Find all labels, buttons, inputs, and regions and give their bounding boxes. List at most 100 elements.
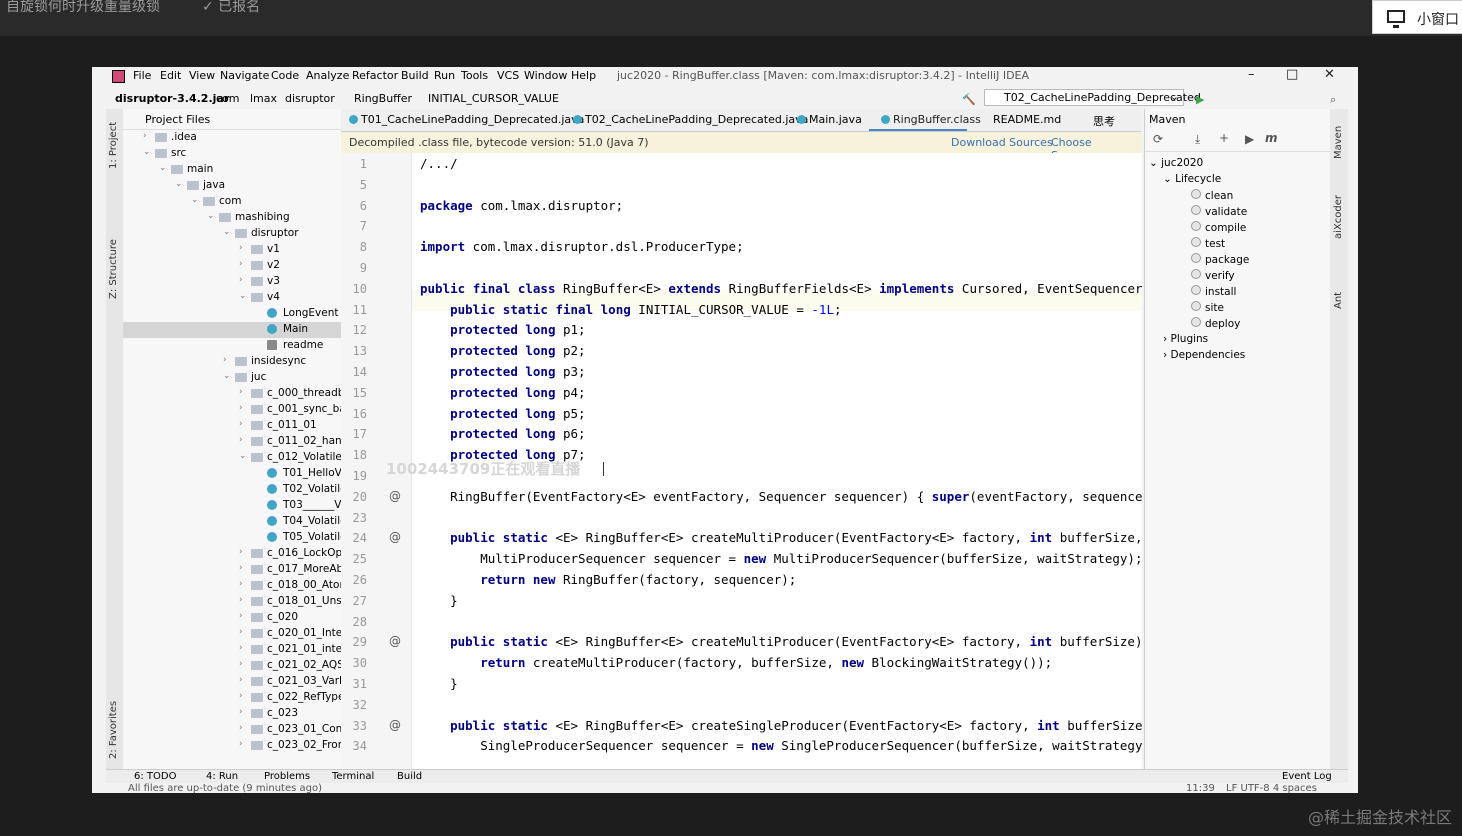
maven-project[interactable]: ⌄ juc2020 <box>1149 157 1203 169</box>
maven-lifecycle[interactable]: ⌄ Lifecycle <box>1163 173 1221 185</box>
menu-window[interactable]: Window <box>524 69 567 82</box>
chevron-right-icon[interactable]: › <box>239 275 243 285</box>
todo-tab[interactable]: 6: TODO <box>134 771 176 782</box>
breadcrumb-com[interactable]: com <box>216 92 240 105</box>
chevron-right-icon[interactable]: › <box>239 643 243 653</box>
chevron-down-icon[interactable]: ⌄ <box>239 451 247 461</box>
chevron-right-icon[interactable]: › <box>143 131 147 141</box>
tree-folder[interactable]: › c_018_00_Atom <box>123 578 341 594</box>
build-tab[interactable]: Build <box>397 771 422 782</box>
breadcrumb-lmax[interactable]: lmax <box>250 92 277 105</box>
tree-file[interactable]: Main <box>123 322 341 338</box>
project-view-select[interactable]: Project Files <box>145 113 210 126</box>
chevron-right-icon[interactable]: › <box>239 739 243 749</box>
chevron-right-icon[interactable]: › <box>239 579 243 589</box>
chevron-right-icon[interactable]: › <box>239 259 243 269</box>
run-icon[interactable]: ▶ <box>1196 93 1204 106</box>
tree-folder[interactable]: ⌄ c_012_Volatile <box>123 450 341 466</box>
chevron-right-icon[interactable]: › <box>239 675 243 685</box>
chevron-right-icon[interactable]: › <box>239 659 243 669</box>
mini-window-button[interactable]: 小窗口 <box>1372 0 1462 34</box>
chevron-right-icon[interactable]: › <box>239 691 243 701</box>
override-marker-icon[interactable]: @ <box>389 634 401 648</box>
chevron-down-icon[interactable]: ⌄ <box>239 291 247 301</box>
event-log-tab[interactable]: Event Log <box>1282 771 1332 782</box>
tree-folder[interactable]: › c_016_LockOpti <box>123 546 341 562</box>
chevron-right-icon[interactable]: › <box>239 611 243 621</box>
download-icon[interactable]: ⤓ <box>1195 132 1200 147</box>
maximize-button[interactable]: □ <box>1286 67 1298 82</box>
menu-view[interactable]: View <box>189 69 215 82</box>
maven-m-icon[interactable]: m <box>1265 131 1278 145</box>
breadcrumb-disruptor[interactable]: disruptor <box>285 92 335 105</box>
maven-goal[interactable]: validate <box>1191 205 1247 218</box>
tab-t01[interactable]: T01_CacheLinePadding_Deprecated.java <box>349 113 584 126</box>
menu-navigate[interactable]: Navigate <box>220 69 269 82</box>
maven-goal[interactable]: deploy <box>1191 317 1240 330</box>
terminal-tab[interactable]: Terminal <box>332 771 374 782</box>
maven-goal[interactable]: site <box>1191 301 1224 314</box>
tree-folder[interactable]: ⌄ v4 <box>123 290 341 306</box>
maven-tool-tab[interactable]: Maven <box>1333 126 1344 159</box>
tree-folder[interactable]: › v3 <box>123 274 341 290</box>
tree-file[interactable]: T02_Volatile <box>123 482 341 498</box>
download-sources-link[interactable]: Download Sources <box>951 136 1053 149</box>
menu-code[interactable]: Code <box>271 69 299 82</box>
breadcrumb-field[interactable]: INITIAL_CURSOR_VALUE <box>428 92 559 105</box>
maven-goal[interactable]: compile <box>1191 221 1246 234</box>
chevron-right-icon[interactable]: › <box>239 387 243 397</box>
override-marker-icon[interactable]: @ <box>389 530 401 544</box>
structure-tool-tab[interactable]: Z: Structure <box>108 239 119 299</box>
run-goal-icon[interactable]: ▶ <box>1245 132 1254 146</box>
chevron-right-icon[interactable]: › <box>223 355 227 365</box>
close-button[interactable]: ✕ <box>1324 67 1335 82</box>
tree-folder[interactable]: › c_011_02_handl <box>123 434 341 450</box>
tree-folder[interactable]: › .idea <box>123 130 341 146</box>
tree-file[interactable]: T05_Volatile <box>123 530 341 546</box>
cursor-position[interactable]: 11:39 <box>1186 783 1215 793</box>
menu-edit[interactable]: Edit <box>160 69 181 82</box>
favorites-tool-tab[interactable]: 2: Favorites <box>108 701 119 759</box>
tab-t02[interactable]: T02_CacheLinePadding_Deprecated.java <box>573 113 808 126</box>
add-icon[interactable]: + <box>1219 131 1229 145</box>
chevron-right-icon[interactable]: › <box>239 627 243 637</box>
tab-ringbuffer[interactable]: RingBuffer.class <box>881 113 981 126</box>
maven-goal[interactable]: clean <box>1191 189 1233 202</box>
problems-tab[interactable]: Problems <box>264 771 310 782</box>
maven-dependencies[interactable]: › Dependencies <box>1163 349 1245 361</box>
chevron-down-icon[interactable]: ⌄ <box>207 211 215 221</box>
tree-folder[interactable]: ⌄ juc <box>123 370 341 386</box>
chevron-down-icon[interactable]: ⌄ <box>223 371 231 381</box>
override-marker-icon[interactable]: @ <box>389 718 401 732</box>
run-configuration-select[interactable]: T02_CacheLinePadding_Deprecated ⌄ <box>984 89 1201 106</box>
tree-folder[interactable]: ⌄ src <box>123 146 341 162</box>
tree-file[interactable]: T01_HelloVo <box>123 466 341 482</box>
maven-plugins[interactable]: › Plugins <box>1163 333 1208 345</box>
chevron-down-icon[interactable]: ⌄ <box>175 179 183 189</box>
tree-file[interactable]: T03______V <box>123 498 341 514</box>
tree-folder[interactable]: ⌄ java <box>123 178 341 194</box>
tree-folder[interactable]: › c_000_threadba <box>123 386 341 402</box>
file-encoding[interactable]: LF UTF-8 4 spaces <box>1226 783 1317 793</box>
aixcoder-tool-tab[interactable]: aiXcoder <box>1333 195 1344 239</box>
menu-help[interactable]: Help <box>571 69 596 82</box>
tree-folder[interactable]: › c_020_01_Interv <box>123 626 341 642</box>
tree-folder[interactable]: ⌄ mashibing <box>123 210 341 226</box>
chevron-down-icon[interactable]: ⌄ <box>223 227 231 237</box>
menu-file[interactable]: File <box>133 69 151 82</box>
menu-run[interactable]: Run <box>434 69 455 82</box>
chevron-right-icon[interactable]: › <box>239 723 243 733</box>
chevron-right-icon[interactable]: › <box>239 419 243 429</box>
tree-folder[interactable]: ⌄ main <box>123 162 341 178</box>
menu-refactor[interactable]: Refactor <box>352 69 398 82</box>
project-tool-tab[interactable]: 1: Project <box>108 122 119 169</box>
tree-folder[interactable]: › c_018_01_Unsaf <box>123 594 341 610</box>
chevron-right-icon[interactable]: › <box>239 707 243 717</box>
ant-tool-tab[interactable]: Ant <box>1333 292 1344 309</box>
tree-folder[interactable]: › insidesync <box>123 354 341 370</box>
tree-folder[interactable]: › v1 <box>123 242 341 258</box>
chevron-right-icon[interactable]: › <box>239 563 243 573</box>
tab-main[interactable]: Main.java <box>797 113 862 126</box>
breadcrumb-ringbuffer[interactable]: RingBuffer <box>354 92 412 105</box>
chevron-right-icon[interactable]: › <box>239 595 243 605</box>
